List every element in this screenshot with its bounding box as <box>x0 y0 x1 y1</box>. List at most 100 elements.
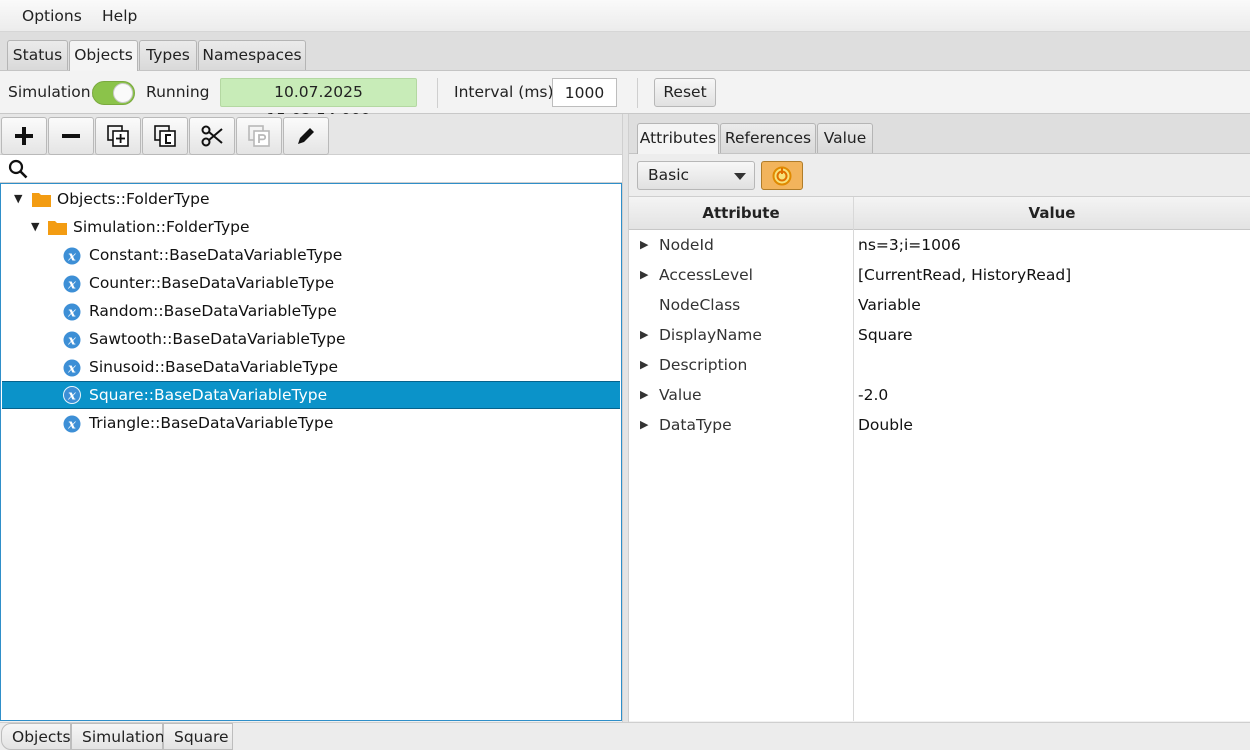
variable-icon: x <box>63 386 81 404</box>
add-node-button[interactable] <box>1 117 47 155</box>
tree-node-sawtooth[interactable]: x Sawtooth::BaseDataVariableType <box>2 325 620 353</box>
tab-namespaces[interactable]: Namespaces <box>198 40 306 70</box>
plus-icon <box>15 127 33 145</box>
table-row[interactable]: ▶ Description <box>629 350 1250 380</box>
table-row[interactable]: ▶ Value -2.0 <box>629 380 1250 410</box>
tree-node-sinusoid[interactable]: x Sinusoid::BaseDataVariableType <box>2 353 620 381</box>
simulation-state: Running <box>146 83 210 101</box>
svg-text:x: x <box>67 418 76 433</box>
variable-icon: x <box>63 275 81 293</box>
tab-references[interactable]: References <box>720 123 816 153</box>
tree-node-constant[interactable]: x Constant::BaseDataVariableType <box>2 241 620 269</box>
tab-objects[interactable]: Objects <box>69 40 138 71</box>
table-row[interactable]: ▶ AccessLevel [CurrentRead, HistoryRead] <box>629 260 1250 290</box>
expand-caret-icon[interactable]: ▶ <box>640 350 648 380</box>
object-tree: ▼ Objects::FolderType ▼ Simulation::Fold… <box>0 183 622 721</box>
search-input[interactable] <box>34 157 614 180</box>
panel-splitter[interactable] <box>622 114 629 722</box>
view-mode-select[interactable]: Basic <box>637 161 755 190</box>
detail-tabs: Attributes References Value <box>629 114 1250 154</box>
tab-attributes[interactable]: Attributes <box>637 123 719 154</box>
refresh-icon <box>772 166 792 185</box>
table-row[interactable]: NodeClass Variable <box>629 290 1250 320</box>
paste-node-button[interactable] <box>236 117 282 155</box>
tree-node-square[interactable]: x Square::BaseDataVariableType <box>2 381 620 409</box>
main-tabs: Status Objects Types Namespaces <box>0 32 1250 71</box>
svg-text:x: x <box>67 362 76 377</box>
table-row[interactable]: ▶ DataType Double <box>629 410 1250 440</box>
table-header: Attribute Value <box>629 197 1250 230</box>
attribute-value: ns=3;i=1006 <box>858 236 961 254</box>
toolbar-divider <box>437 78 438 108</box>
tree-node-label: Random::BaseDataVariableType <box>89 302 337 320</box>
attribute-name: DataType <box>659 416 732 434</box>
expand-caret-icon[interactable]: ▼ <box>14 185 22 213</box>
attribute-name: DisplayName <box>659 326 762 344</box>
column-header-value[interactable]: Value <box>854 197 1250 230</box>
column-header-attribute[interactable]: Attribute <box>629 197 853 230</box>
tree-node-simulation[interactable]: ▼ Simulation::FolderType <box>2 213 620 241</box>
menu-help[interactable]: Help <box>102 7 137 25</box>
table-row[interactable]: ▶ DisplayName Square <box>629 320 1250 350</box>
folder-icon <box>48 221 67 235</box>
expand-caret-icon[interactable]: ▶ <box>640 380 648 410</box>
simulation-toggle[interactable] <box>92 81 135 105</box>
duplicate-node-button[interactable] <box>95 117 141 155</box>
tree-node-label: Triangle::BaseDataVariableType <box>89 414 334 432</box>
attribute-name: NodeClass <box>659 296 741 314</box>
copy-node-button[interactable] <box>142 117 188 155</box>
attribute-name: AccessLevel <box>659 266 753 284</box>
tree-node-triangle[interactable]: x Triangle::BaseDataVariableType <box>2 409 620 437</box>
tab-value[interactable]: Value <box>817 123 873 153</box>
variable-icon: x <box>63 415 81 433</box>
variable-icon: x <box>63 247 81 265</box>
folder-icon <box>32 193 51 207</box>
remove-node-button[interactable] <box>48 117 94 155</box>
copy-icon <box>154 125 176 147</box>
simulation-label: Simulation: <box>8 83 96 101</box>
attribute-name: Value <box>659 386 702 404</box>
duplicate-icon <box>107 125 129 147</box>
svg-text:x: x <box>67 278 76 293</box>
tree-node-label: Sawtooth::BaseDataVariableType <box>89 330 346 348</box>
attribute-value: Square <box>858 326 913 344</box>
tab-types[interactable]: Types <box>139 40 197 70</box>
tree-search <box>0 155 622 183</box>
tree-node-label: Counter::BaseDataVariableType <box>89 274 335 292</box>
expand-caret-icon[interactable]: ▶ <box>640 410 648 440</box>
expand-caret-icon[interactable]: ▶ <box>640 320 648 350</box>
tree-node-objects[interactable]: ▼ Objects::FolderType <box>2 185 620 213</box>
minus-icon <box>62 134 80 138</box>
tree-node-label: Objects::FolderType <box>57 190 210 208</box>
breadcrumb-item-simulation[interactable]: Simulation <box>71 723 165 750</box>
refresh-button[interactable] <box>761 161 803 190</box>
svg-text:x: x <box>67 306 76 321</box>
attribute-name: Description <box>659 356 748 374</box>
breadcrumb-item-square[interactable]: Square <box>163 723 233 750</box>
tab-status[interactable]: Status <box>7 40 68 70</box>
interval-label: Interval (ms): <box>454 83 559 101</box>
table-row[interactable]: ▶ NodeId ns=3;i=1006 <box>629 230 1250 260</box>
breadcrumb-item-objects[interactable]: Objects <box>1 723 71 750</box>
variable-icon: x <box>63 359 81 377</box>
expand-caret-icon[interactable]: ▶ <box>640 260 648 290</box>
expand-caret-icon[interactable]: ▼ <box>31 213 39 241</box>
menu-bar: Options Help <box>0 0 1250 32</box>
attribute-value: -2.0 <box>858 386 889 404</box>
svg-text:x: x <box>67 334 76 349</box>
variable-icon: x <box>63 331 81 349</box>
attribute-value: Variable <box>858 296 921 314</box>
cut-node-button[interactable] <box>189 117 235 155</box>
toggle-knob <box>113 83 133 103</box>
menu-options[interactable]: Options <box>22 7 82 25</box>
reset-button[interactable]: Reset <box>654 78 716 107</box>
interval-input[interactable] <box>552 78 617 107</box>
search-icon <box>8 159 28 179</box>
tree-node-label: Sinusoid::BaseDataVariableType <box>89 358 339 376</box>
pencil-icon <box>298 128 314 144</box>
edit-node-button[interactable] <box>283 117 329 155</box>
variable-icon: x <box>63 303 81 321</box>
tree-node-counter[interactable]: x Counter::BaseDataVariableType <box>2 269 620 297</box>
expand-caret-icon[interactable]: ▶ <box>640 230 648 260</box>
tree-node-random[interactable]: x Random::BaseDataVariableType <box>2 297 620 325</box>
